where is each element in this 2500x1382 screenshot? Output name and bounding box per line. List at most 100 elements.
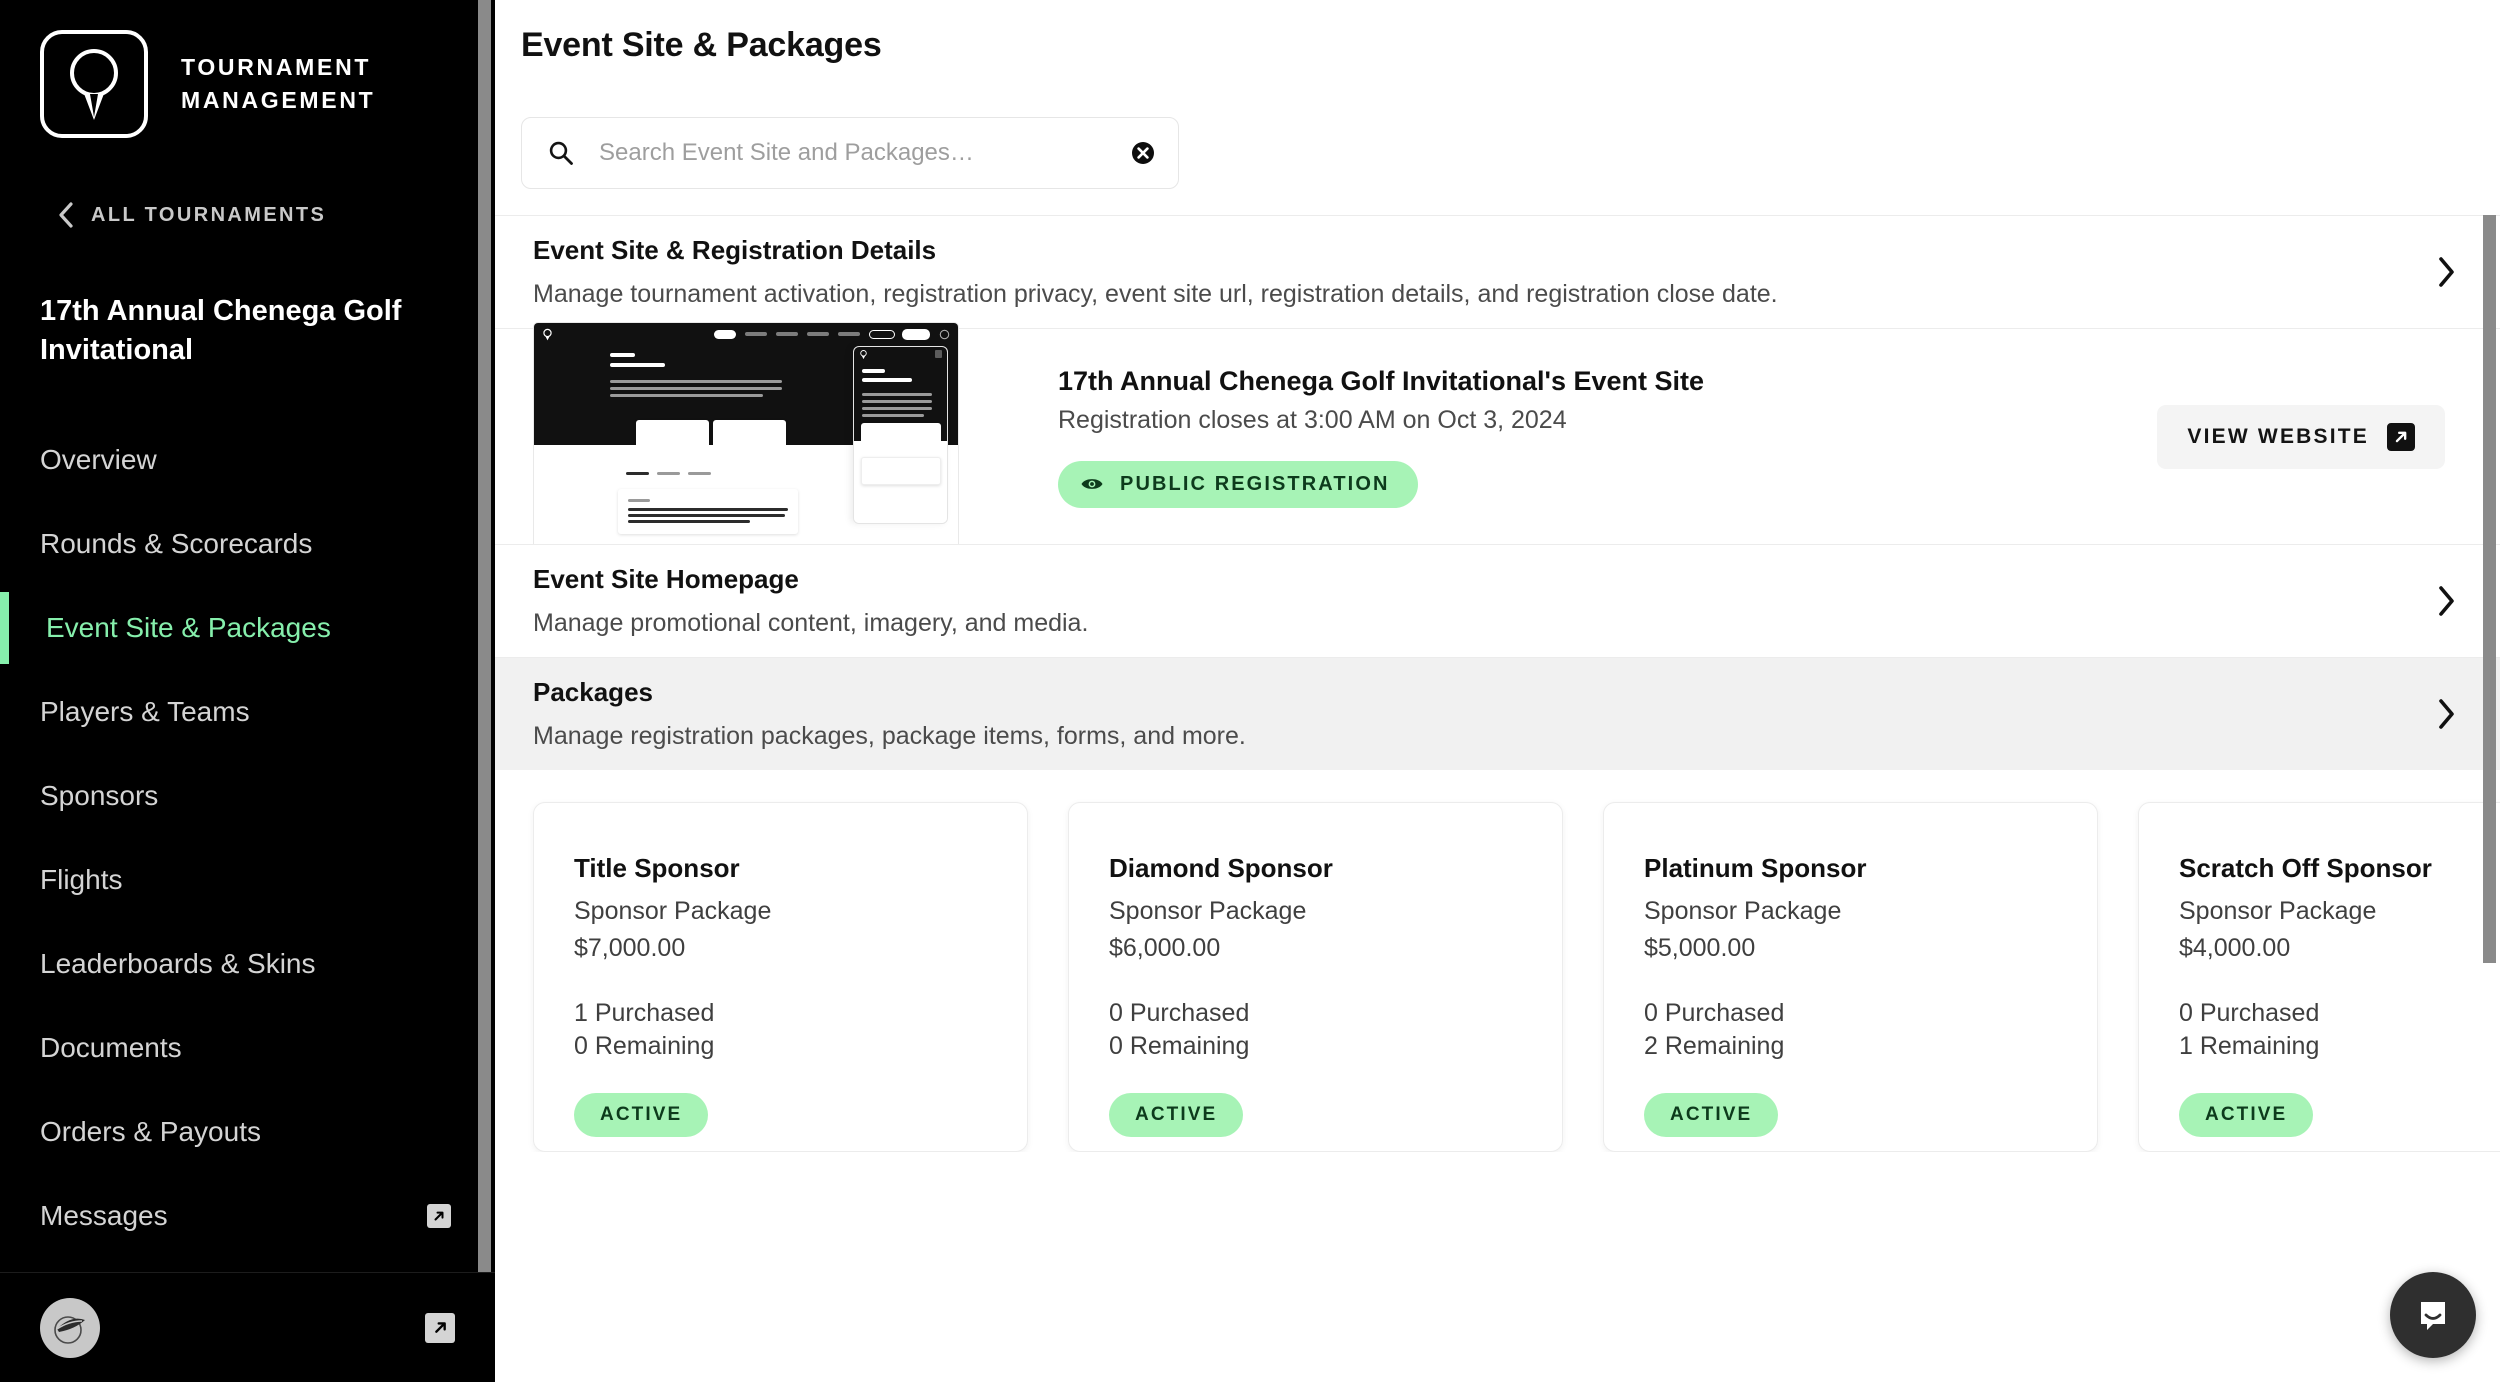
list-item[interactable]: Diamond Sponsor Sponsor Package $6,000.0… [1068, 802, 1563, 1152]
package-type: Sponsor Package [1644, 897, 1842, 925]
chevron-right-icon [2436, 256, 2470, 288]
row-text: Event Site Homepage Manage promotional c… [533, 564, 2436, 638]
sidebar-item-leaderboards-skins[interactable]: Leaderboards & Skins [0, 922, 495, 1006]
external-link-icon [427, 1204, 451, 1229]
view-website-button[interactable]: VIEW WEBSITE [2157, 404, 2445, 469]
sidebar-brand[interactable]: TOURNAMENT MANAGEMENT [0, 0, 495, 138]
sidebar-item-label: Messages [40, 1200, 168, 1232]
all-tournaments-link[interactable]: ALL TOURNAMENTS [0, 202, 495, 228]
sidebar-item-flights[interactable]: Flights [0, 838, 495, 922]
package-remaining: 0 Remaining [1109, 1032, 1250, 1060]
eye-icon [1080, 475, 1104, 493]
sidebar-item-event-site-packages[interactable]: Event Site & Packages [0, 586, 495, 670]
status-badge: PUBLIC REGISTRATION [1058, 460, 1418, 508]
main-content: Event Site & Packages Event Site & Regis… [495, 0, 2500, 1382]
chevron-left-icon [58, 202, 74, 228]
brand-text: TOURNAMENT MANAGEMENT [181, 51, 375, 118]
package-counts: 0 Purchased 0 Remaining [1109, 997, 1522, 1063]
package-cards-strip[interactable]: Title Sponsor Sponsor Package $7,000.00 … [495, 770, 2500, 1152]
sidebar-item-messages[interactable]: Messages [0, 1174, 495, 1258]
event-site-meta: 17th Annual Chenega Golf Invitational's … [1058, 366, 2157, 508]
app-root: TOURNAMENT MANAGEMENT ALL TOURNAMENTS 17… [0, 0, 2500, 1382]
external-link-icon[interactable] [425, 1312, 455, 1343]
row-subtitle: Manage tournament activation, registrati… [533, 280, 1778, 308]
registration-close-note: Registration closes at 3:00 AM on Oct 3,… [1058, 405, 1567, 434]
brand-line-1: TOURNAMENT [181, 53, 372, 80]
package-price: $6,000.00 [1109, 934, 1221, 962]
row-text: Event Site & Registration Details Manage… [533, 235, 2436, 309]
search-input[interactable] [599, 139, 1130, 167]
row-subtitle: Manage registration packages, package it… [533, 722, 1246, 750]
status-badge: ACTIVE [1109, 1093, 1244, 1137]
package-purchased: 0 Purchased [1644, 999, 1785, 1027]
sidebar-item-label: Sponsors [40, 780, 159, 812]
row-text: Packages Manage registration packages, p… [533, 677, 2436, 751]
sidebar-footer [0, 1272, 495, 1382]
search-bar[interactable] [521, 117, 1179, 189]
list-item[interactable]: Platinum Sponsor Sponsor Package $5,000.… [1603, 802, 2098, 1152]
clear-circle-icon[interactable] [1130, 140, 1156, 166]
package-purchased: 1 Purchased [574, 999, 715, 1027]
tournament-title: 17th Annual Chenega Golf Invitational [40, 295, 402, 367]
mobile-mockup-topbar [854, 347, 947, 361]
package-counts: 0 Purchased 2 Remaining [1644, 997, 2057, 1063]
brand-line-2: MANAGEMENT [181, 87, 376, 113]
page-header: Event Site & Packages [495, 0, 2500, 215]
sidebar-item-orders-payouts[interactable]: Orders & Payouts [0, 1090, 495, 1174]
sidebar-item-label: Documents [40, 1032, 182, 1064]
sidebar-item-players-teams[interactable]: Players & Teams [0, 670, 495, 754]
package-name: Platinum Sponsor [1644, 853, 1867, 883]
package-type: Sponsor Package [574, 897, 772, 925]
sidebar-item-label: Orders & Payouts [40, 1116, 261, 1148]
sidebar-nav: Overview Rounds & Scorecards Event Site … [0, 418, 495, 1272]
external-link-icon [2387, 422, 2415, 451]
search-icon [548, 140, 574, 166]
package-price: $4,000.00 [2179, 934, 2291, 962]
status-badge-label: PUBLIC REGISTRATION [1120, 472, 1390, 495]
page-title: Event Site & Packages [521, 26, 882, 64]
row-packages[interactable]: Packages Manage registration packages, p… [495, 657, 2500, 770]
status-badge: ACTIVE [2179, 1093, 2314, 1137]
mockup-topbar [534, 323, 958, 345]
package-purchased: 0 Purchased [2179, 999, 2320, 1027]
package-type: Sponsor Package [2179, 897, 2377, 925]
event-site-name: 17th Annual Chenega Golf Invitational's … [1058, 365, 1705, 396]
sidebar-scrollbar[interactable] [478, 0, 491, 1285]
package-name: Diamond Sponsor [1109, 853, 1333, 883]
row-title: Event Site Homepage [533, 564, 799, 594]
sidebar-item-settings-preferences[interactable]: Settings & Pref [0, 1258, 495, 1272]
event-site-preview-row: 17th Annual Chenega Golf Invitational's … [495, 322, 2500, 553]
status-badge: ACTIVE [574, 1093, 709, 1137]
chevron-right-icon [2436, 585, 2470, 617]
golf-ball-on-tee-icon [40, 30, 148, 138]
chevron-right-icon [2436, 698, 2470, 730]
status-badge: ACTIVE [1644, 1093, 1779, 1137]
package-type: Sponsor Package [1109, 897, 1307, 925]
package-counts: 1 Purchased 0 Remaining [574, 997, 987, 1063]
sidebar-item-overview[interactable]: Overview [0, 418, 495, 502]
package-remaining: 0 Remaining [574, 1032, 715, 1060]
sidebar-scroll-pane: TOURNAMENT MANAGEMENT ALL TOURNAMENTS 17… [0, 0, 495, 1272]
sidebar-item-documents[interactable]: Documents [0, 1006, 495, 1090]
package-price: $5,000.00 [1644, 934, 1756, 962]
sidebar-item-label: Event Site & Packages [46, 612, 331, 644]
chat-bubble-icon[interactable] [2390, 1272, 2476, 1358]
row-event-site-homepage[interactable]: Event Site Homepage Manage promotional c… [495, 544, 2500, 657]
content-scroll-area: Event Site & Registration Details Manage… [495, 215, 2500, 1152]
row-title: Event Site & Registration Details [533, 235, 937, 265]
package-remaining: 1 Remaining [2179, 1032, 2320, 1060]
all-tournaments-label: ALL TOURNAMENTS [91, 203, 327, 226]
package-name: Scratch Off Sponsor [2179, 853, 2432, 883]
organization-logo-icon[interactable] [40, 1297, 100, 1358]
list-item[interactable]: Scratch Off Sponsor Sponsor Package $4,0… [2138, 802, 2500, 1152]
main-scrollbar[interactable] [2483, 215, 2496, 963]
sidebar: TOURNAMENT MANAGEMENT ALL TOURNAMENTS 17… [0, 0, 495, 1382]
package-purchased: 0 Purchased [1109, 999, 1250, 1027]
sidebar-item-rounds-scorecards[interactable]: Rounds & Scorecards [0, 502, 495, 586]
list-item[interactable]: Title Sponsor Sponsor Package $7,000.00 … [533, 802, 1028, 1152]
sidebar-item-sponsors[interactable]: Sponsors [0, 754, 495, 838]
sidebar-item-label: Flights [40, 864, 123, 896]
sidebar-item-label: Overview [40, 444, 157, 476]
package-counts: 0 Purchased 1 Remaining [2179, 997, 2500, 1063]
event-site-preview-thumbnail[interactable] [533, 308, 1016, 567]
